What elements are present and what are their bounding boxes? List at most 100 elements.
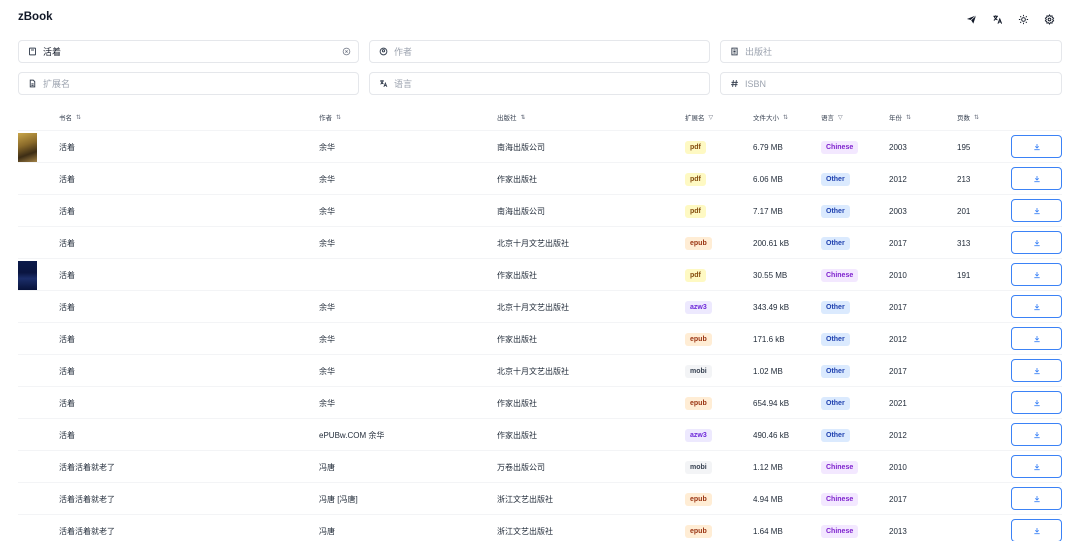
- download-button[interactable]: [1011, 135, 1062, 158]
- book-year: 2010: [889, 270, 907, 280]
- book-filesize: 7.17 MB: [753, 206, 783, 216]
- download-button[interactable]: [1011, 231, 1062, 254]
- table-row: 活着 余华 北京十月文艺出版社 epub 200.61 kB Other 201…: [18, 226, 1062, 258]
- extension-badge: azw3: [685, 428, 712, 442]
- download-button[interactable]: [1011, 487, 1062, 510]
- language-cell: Other: [821, 323, 850, 355]
- download-icon: [1033, 303, 1040, 310]
- book-filesize: 1.12 MB: [753, 462, 783, 472]
- download-icon: [1033, 431, 1040, 438]
- book-publisher: 作家出版社: [497, 430, 537, 440]
- book-publisher: 北京十月文艺出版社: [497, 366, 569, 376]
- file-icon: [27, 79, 37, 89]
- extension-badge: mobi: [685, 364, 712, 378]
- table-header: 书名 ⇅ 作者 ⇅ 出版社 ⇅ 扩展名 ▽ 文件大小 ⇅ 语言 ▽ 年份 ⇅ 页数 ⇅: [18, 104, 1062, 130]
- language-badge: Other: [821, 428, 850, 442]
- download-button[interactable]: [1011, 519, 1062, 541]
- download-icon: [1033, 399, 1040, 406]
- download-button[interactable]: [1011, 199, 1062, 222]
- language-cell: Other: [821, 355, 850, 387]
- book-filesize: 1.02 MB: [753, 366, 783, 376]
- sort-icon: ⇅: [520, 114, 526, 121]
- column-label: 文件大小: [753, 115, 779, 122]
- column-label: 页数: [957, 115, 970, 122]
- publisher-input[interactable]: [745, 41, 1061, 62]
- download-button[interactable]: [1011, 167, 1062, 190]
- book-year: 2017: [889, 238, 907, 248]
- book-title: 活着: [59, 270, 75, 280]
- book-publisher: 浙江文艺出版社: [497, 494, 553, 504]
- author-filter-field[interactable]: [369, 40, 710, 63]
- extension-badge: pdf: [685, 268, 706, 282]
- column-title[interactable]: 书名 ⇅: [59, 112, 82, 123]
- table-body: 活着 余华 南海出版公司 pdf 6.79 MB Chinese 2003 19…: [18, 130, 1062, 541]
- top-bar: zBook: [18, 10, 1062, 28]
- extension-cell: azw3: [685, 419, 712, 451]
- book-filesize: 171.6 kB: [753, 334, 785, 344]
- author-input[interactable]: [394, 41, 709, 62]
- book-pages: 195: [957, 142, 971, 152]
- book-filesize: 6.06 MB: [753, 174, 783, 184]
- book-publisher: 北京十月文艺出版社: [497, 238, 569, 248]
- book-year: 2017: [889, 302, 907, 312]
- book-publisher: 北京十月文艺出版社: [497, 302, 569, 312]
- language-cell: Other: [821, 419, 850, 451]
- book-publisher: 作家出版社: [497, 270, 537, 280]
- translate-icon[interactable]: [984, 11, 1010, 27]
- hash-icon: [729, 79, 739, 89]
- book-publisher: 南海出版公司: [497, 206, 545, 216]
- isbn-filter-field[interactable]: [720, 72, 1062, 95]
- book-title: 活着: [59, 302, 75, 312]
- download-icon: [1033, 495, 1040, 502]
- book-title: 活着: [59, 366, 75, 376]
- sort-icon: ⇅: [336, 114, 342, 121]
- download-button[interactable]: [1011, 327, 1062, 350]
- table-row: 活着 作家出版社 pdf 30.55 MB Chinese 2010 191: [18, 258, 1062, 290]
- column-year[interactable]: 年份 ⇅: [889, 112, 911, 123]
- table-row: 活着 余华 南海出版公司 pdf 7.17 MB Other 2003 201: [18, 194, 1062, 226]
- settings-icon[interactable]: [1036, 11, 1062, 27]
- column-filesize[interactable]: 文件大小 ⇅: [753, 112, 788, 123]
- language-cell: Chinese: [821, 259, 859, 291]
- column-author[interactable]: 作者 ⇅: [319, 112, 342, 123]
- isbn-input[interactable]: [745, 73, 1061, 94]
- extension-cell: pdf: [685, 259, 706, 291]
- book-year: 2012: [889, 334, 907, 344]
- publisher-filter-field[interactable]: [720, 40, 1062, 63]
- title-input[interactable]: [43, 41, 340, 62]
- download-button[interactable]: [1011, 455, 1062, 478]
- column-language[interactable]: 语言 ▽: [821, 112, 843, 123]
- extension-filter-field[interactable]: [18, 72, 359, 95]
- download-button[interactable]: [1011, 359, 1062, 382]
- download-button[interactable]: [1011, 391, 1062, 414]
- book-pages: 313: [957, 238, 971, 248]
- extension-cell: epub: [685, 515, 712, 541]
- book-title: 活着活着就老了: [59, 494, 115, 504]
- column-publisher[interactable]: 出版社 ⇅: [497, 112, 526, 123]
- extension-badge: epub: [685, 396, 712, 410]
- table-row: 活着活着就老了 冯唐 万卷出版公司 mobi 1.12 MB Chinese 2…: [18, 450, 1062, 482]
- title-filter-field[interactable]: [18, 40, 359, 63]
- download-icon: [1033, 143, 1040, 150]
- book-title: 活着: [59, 206, 75, 216]
- top-icon-group: [958, 11, 1062, 27]
- language-cell: Other: [821, 291, 850, 323]
- language-cell: Other: [821, 195, 850, 227]
- download-button[interactable]: [1011, 295, 1062, 318]
- language-cell: Chinese: [821, 131, 859, 163]
- book-publisher: 浙江文艺出版社: [497, 526, 553, 536]
- language-filter-field[interactable]: [369, 72, 710, 95]
- column-pages[interactable]: 页数 ⇅: [957, 112, 979, 123]
- clear-icon[interactable]: [340, 46, 352, 58]
- language-cell: Other: [821, 387, 850, 419]
- language-cell: Chinese: [821, 483, 859, 515]
- extension-input[interactable]: [43, 73, 358, 94]
- language-input[interactable]: [394, 73, 709, 94]
- send-icon[interactable]: [958, 11, 984, 27]
- sun-icon[interactable]: [1010, 11, 1036, 27]
- download-button[interactable]: [1011, 263, 1062, 286]
- book-cover: [18, 261, 37, 290]
- sort-icon: ⇅: [76, 114, 82, 121]
- column-extension[interactable]: 扩展名 ▽: [685, 112, 713, 123]
- download-button[interactable]: [1011, 423, 1062, 446]
